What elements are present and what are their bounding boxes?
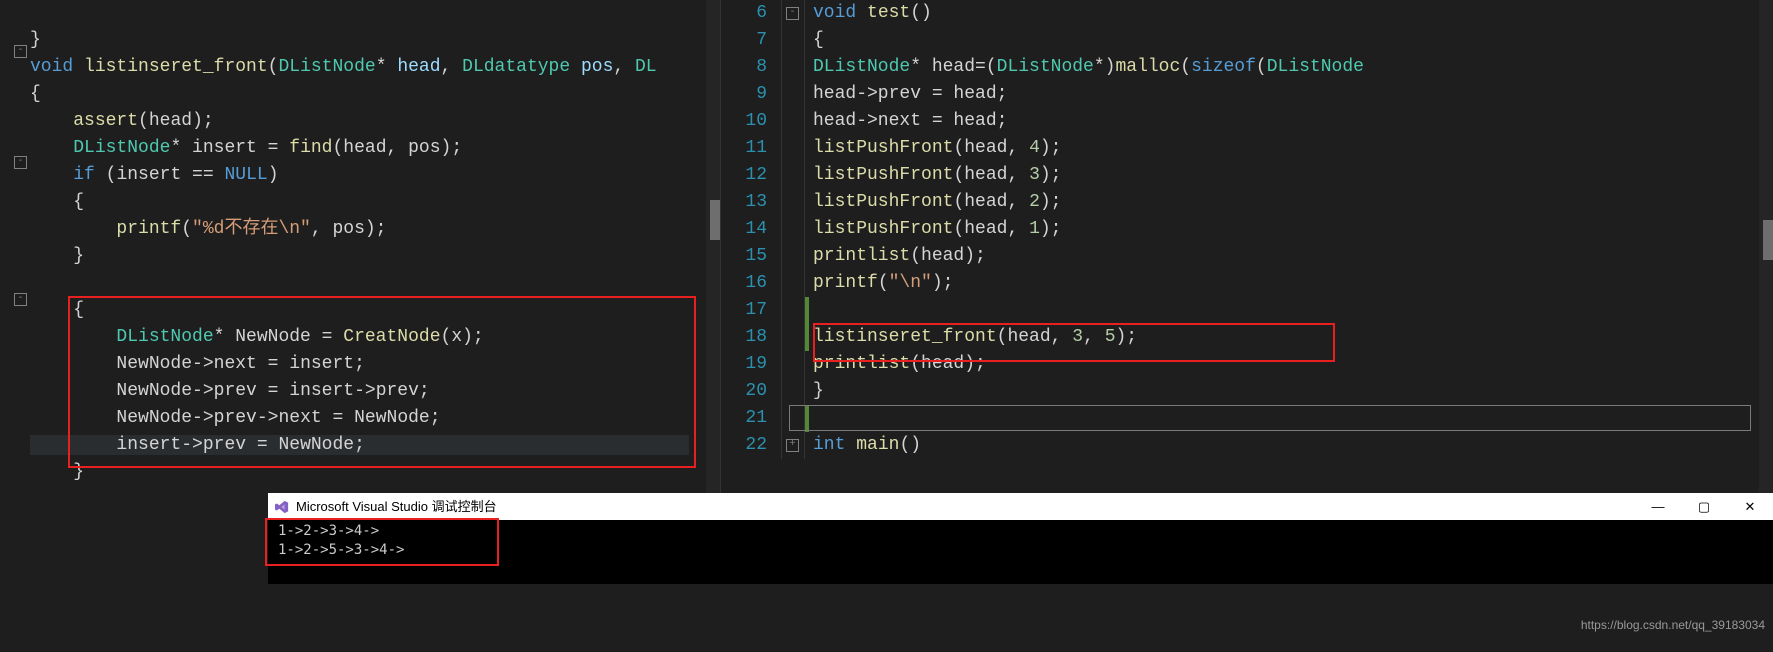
line-number: 15 — [721, 243, 781, 270]
fold-strip: + — [781, 432, 805, 459]
code-line[interactable]: printlist(head); — [805, 243, 1773, 270]
fold-strip — [781, 189, 805, 216]
console-line: 1->2->3->4-> — [278, 522, 1763, 541]
line-number: 19 — [721, 351, 781, 378]
fold-strip — [781, 351, 805, 378]
fold-strip — [781, 405, 805, 432]
code-line[interactable]: DListNode* head=(DListNode*)malloc(sizeo… — [805, 54, 1773, 81]
console-output[interactable]: 1->2->3->4-> 1->2->5->3->4-> — [268, 520, 1773, 584]
minimap[interactable] — [706, 0, 720, 493]
code-line[interactable]: { — [805, 27, 1773, 54]
fold-strip — [781, 378, 805, 405]
code-line[interactable] — [805, 297, 1773, 324]
fold-strip — [781, 81, 805, 108]
line-number: 17 — [721, 297, 781, 324]
line-number: 14 — [721, 216, 781, 243]
fold-strip — [781, 54, 805, 81]
editor-left-pane[interactable]: - - - } void listinseret_front(DListNode… — [0, 0, 721, 493]
fold-strip — [781, 270, 805, 297]
line-number: 7 — [721, 27, 781, 54]
minimap-handle[interactable] — [710, 200, 720, 240]
fold-strip — [781, 297, 805, 324]
editor-right-pane[interactable]: 6-void test() 7 {8 DListNode* head=(DListN… — [721, 0, 1773, 493]
line-number: 18 — [721, 324, 781, 351]
line-number: 20 — [721, 378, 781, 405]
line-number: 13 — [721, 189, 781, 216]
code-line[interactable]: } — [805, 378, 1773, 405]
fold-strip — [781, 135, 805, 162]
maximize-button[interactable]: ▢ — [1681, 493, 1727, 520]
code-line[interactable]: listinseret_front(head, 3, 5); — [805, 324, 1773, 351]
line-number: 8 — [721, 54, 781, 81]
code-line[interactable]: head->prev = head; — [805, 81, 1773, 108]
console-line: 1->2->5->3->4-> — [278, 541, 1763, 560]
line-number: 11 — [721, 135, 781, 162]
fold-strip — [781, 324, 805, 351]
fold-icon[interactable]: + — [786, 439, 799, 452]
minimap-handle[interactable] — [1763, 220, 1773, 260]
code-line[interactable]: listPushFront(head, 2); — [805, 189, 1773, 216]
code-line[interactable]: head->next = head; — [805, 108, 1773, 135]
line-number: 16 — [721, 270, 781, 297]
close-button[interactable]: ✕ — [1727, 493, 1773, 520]
code-line[interactable]: void test() — [805, 0, 1773, 27]
watermark: https://blog.csdn.net/qq_39183034 — [1581, 618, 1765, 632]
code-line[interactable] — [805, 405, 1773, 432]
fold-strip — [781, 216, 805, 243]
code-line[interactable]: printf("\n"); — [805, 270, 1773, 297]
line-number: 6 — [721, 0, 781, 27]
code-line[interactable]: listPushFront(head, 1); — [805, 216, 1773, 243]
fold-strip: - — [781, 0, 805, 27]
minimize-button[interactable]: — — [1635, 493, 1681, 520]
fold-strip — [781, 27, 805, 54]
line-number: 22 — [721, 432, 781, 459]
window-controls: — ▢ ✕ — [1635, 493, 1773, 520]
code-line[interactable]: listPushFront(head, 3); — [805, 162, 1773, 189]
fold-strip — [781, 243, 805, 270]
fold-strip — [781, 162, 805, 189]
code-line[interactable]: listPushFront(head, 4); — [805, 135, 1773, 162]
line-number: 21 — [721, 405, 781, 432]
code-right[interactable]: 6-void test() 7 {8 DListNode* head=(DListN… — [721, 0, 1773, 459]
code-line[interactable]: printlist(head); — [805, 351, 1773, 378]
minimap[interactable] — [1759, 0, 1773, 493]
vs-icon — [274, 499, 290, 515]
fold-icon[interactable]: - — [786, 7, 799, 20]
line-number: 10 — [721, 108, 781, 135]
console-titlebar[interactable]: Microsoft Visual Studio 调试控制台 — ▢ ✕ — [268, 493, 1773, 520]
line-number: 9 — [721, 81, 781, 108]
console-title: Microsoft Visual Studio 调试控制台 — [296, 493, 497, 520]
line-number: 12 — [721, 162, 781, 189]
fold-strip — [781, 108, 805, 135]
code-left[interactable]: } void listinseret_front(DListNode* head… — [0, 0, 720, 493]
code-line[interactable]: int main() — [805, 432, 1773, 459]
debug-console: Microsoft Visual Studio 调试控制台 — ▢ ✕ 1->2… — [268, 493, 1773, 584]
